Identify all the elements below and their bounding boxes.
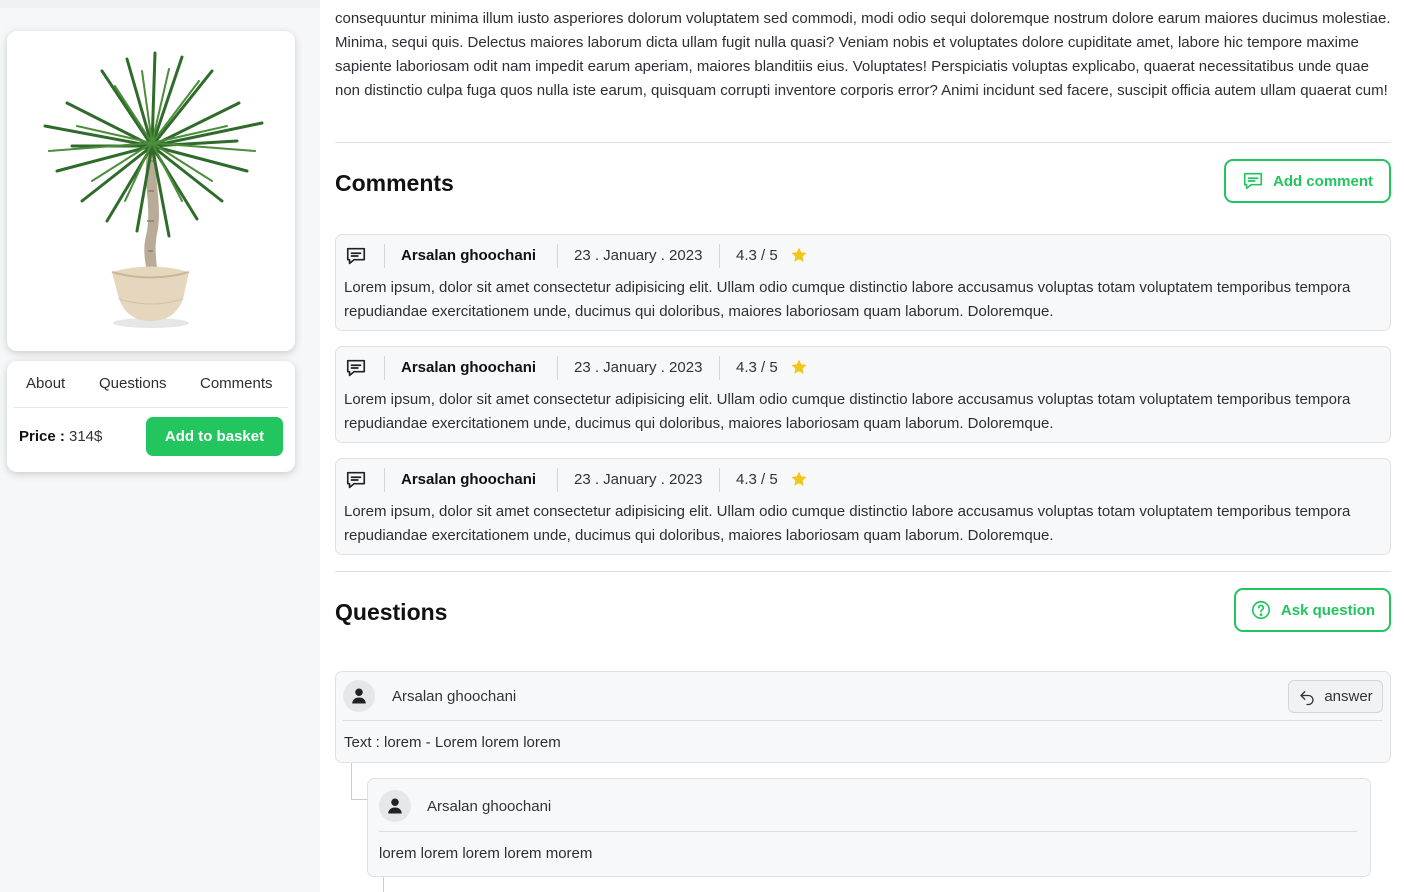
- chat-icon: [346, 359, 366, 377]
- comment-item: Arsalan ghoochani 23 . January . 2023 4.…: [335, 234, 1391, 331]
- comment-author: Arsalan ghoochani: [401, 359, 537, 376]
- comment-author: Arsalan ghoochani: [401, 471, 537, 488]
- product-image-card: [7, 31, 295, 351]
- comment-date: 23 . January . 2023: [574, 359, 703, 376]
- chat-icon: [346, 247, 366, 265]
- chat-icon: [346, 471, 366, 489]
- avatar: [379, 790, 411, 822]
- divider: [379, 831, 1357, 832]
- comment-date: 23 . January . 2023: [574, 247, 703, 264]
- tab-questions[interactable]: Questions: [99, 375, 167, 392]
- divider: [335, 142, 1391, 143]
- comment-text: Lorem ipsum, dolor sit amet consectetur …: [344, 279, 1351, 320]
- divider: [14, 407, 288, 408]
- separator: [384, 356, 385, 380]
- comment-date: 23 . January . 2023: [574, 471, 703, 488]
- ask-question-label: Ask question: [1280, 601, 1376, 619]
- product-description: consequuntur minima illum iusto asperior…: [335, 10, 1391, 99]
- add-comment-button[interactable]: Add comment: [1224, 159, 1391, 203]
- sidebar-top-strip: [0, 0, 320, 8]
- comments-title: Comments: [335, 170, 454, 196]
- separator: [384, 244, 385, 268]
- questions-title: Questions: [335, 599, 448, 625]
- thread-connector: [351, 763, 367, 800]
- product-tabs: About Questions Comments: [7, 361, 295, 407]
- price-value: 314$: [69, 428, 103, 445]
- star-icon: [791, 359, 807, 374]
- avatar: [343, 680, 375, 712]
- comment-rating: 4.3 / 5: [736, 247, 778, 264]
- separator: [719, 356, 720, 380]
- user-icon: [388, 798, 402, 814]
- chat-icon: [1243, 172, 1263, 190]
- comment-item: Arsalan ghoochani 23 . January . 2023 4.…: [335, 458, 1391, 555]
- separator: [557, 244, 558, 268]
- comment-text: Lorem ipsum, dolor sit amet consectetur …: [344, 503, 1351, 544]
- product-sidebar: About Questions Comments Price : 314$ Ad…: [0, 0, 320, 892]
- separator: [557, 356, 558, 380]
- answer-label: answer: [1324, 688, 1373, 705]
- reply-icon: [1300, 690, 1314, 705]
- separator: [384, 468, 385, 492]
- comment-rating: 4.3 / 5: [736, 471, 778, 488]
- reply-text: lorem lorem lorem lorem morem: [379, 845, 593, 862]
- product-image: [43, 51, 264, 328]
- thread-connector: [383, 876, 384, 892]
- price-label: Price :: [19, 428, 65, 445]
- separator: [557, 468, 558, 492]
- separator: [719, 468, 720, 492]
- divider: [335, 571, 1391, 572]
- comment-author: Arsalan ghoochani: [401, 247, 537, 264]
- comment-text: Lorem ipsum, dolor sit amet consectetur …: [344, 391, 1351, 432]
- reply-item: Arsalan ghoochani lorem lorem lorem lore…: [367, 778, 1371, 877]
- tab-comments[interactable]: Comments: [200, 375, 273, 392]
- help-circle-icon: [1251, 600, 1270, 620]
- comment-item: Arsalan ghoochani 23 . January . 2023 4.…: [335, 346, 1391, 443]
- product-info-card: About Questions Comments Price : 314$ Ad…: [7, 361, 295, 472]
- user-icon: [352, 688, 366, 704]
- reply-author: Arsalan ghoochani: [427, 798, 552, 815]
- comment-rating: 4.3 / 5: [736, 359, 778, 376]
- add-comment-label: Add comment: [1272, 172, 1373, 190]
- tab-about[interactable]: About: [26, 375, 65, 392]
- answer-button[interactable]: answer: [1288, 680, 1383, 713]
- add-to-basket-button[interactable]: Add to basket: [146, 417, 283, 456]
- question-text: Text : lorem - Lorem lorem lorem: [344, 734, 561, 751]
- separator: [719, 244, 720, 268]
- question-item: Arsalan ghoochani answer Text : lorem - …: [335, 671, 1391, 763]
- ask-question-button[interactable]: Ask question: [1234, 588, 1391, 632]
- question-author: Arsalan ghoochani: [392, 688, 517, 705]
- star-icon: [791, 471, 807, 486]
- divider: [343, 720, 1383, 721]
- star-icon: [791, 247, 807, 262]
